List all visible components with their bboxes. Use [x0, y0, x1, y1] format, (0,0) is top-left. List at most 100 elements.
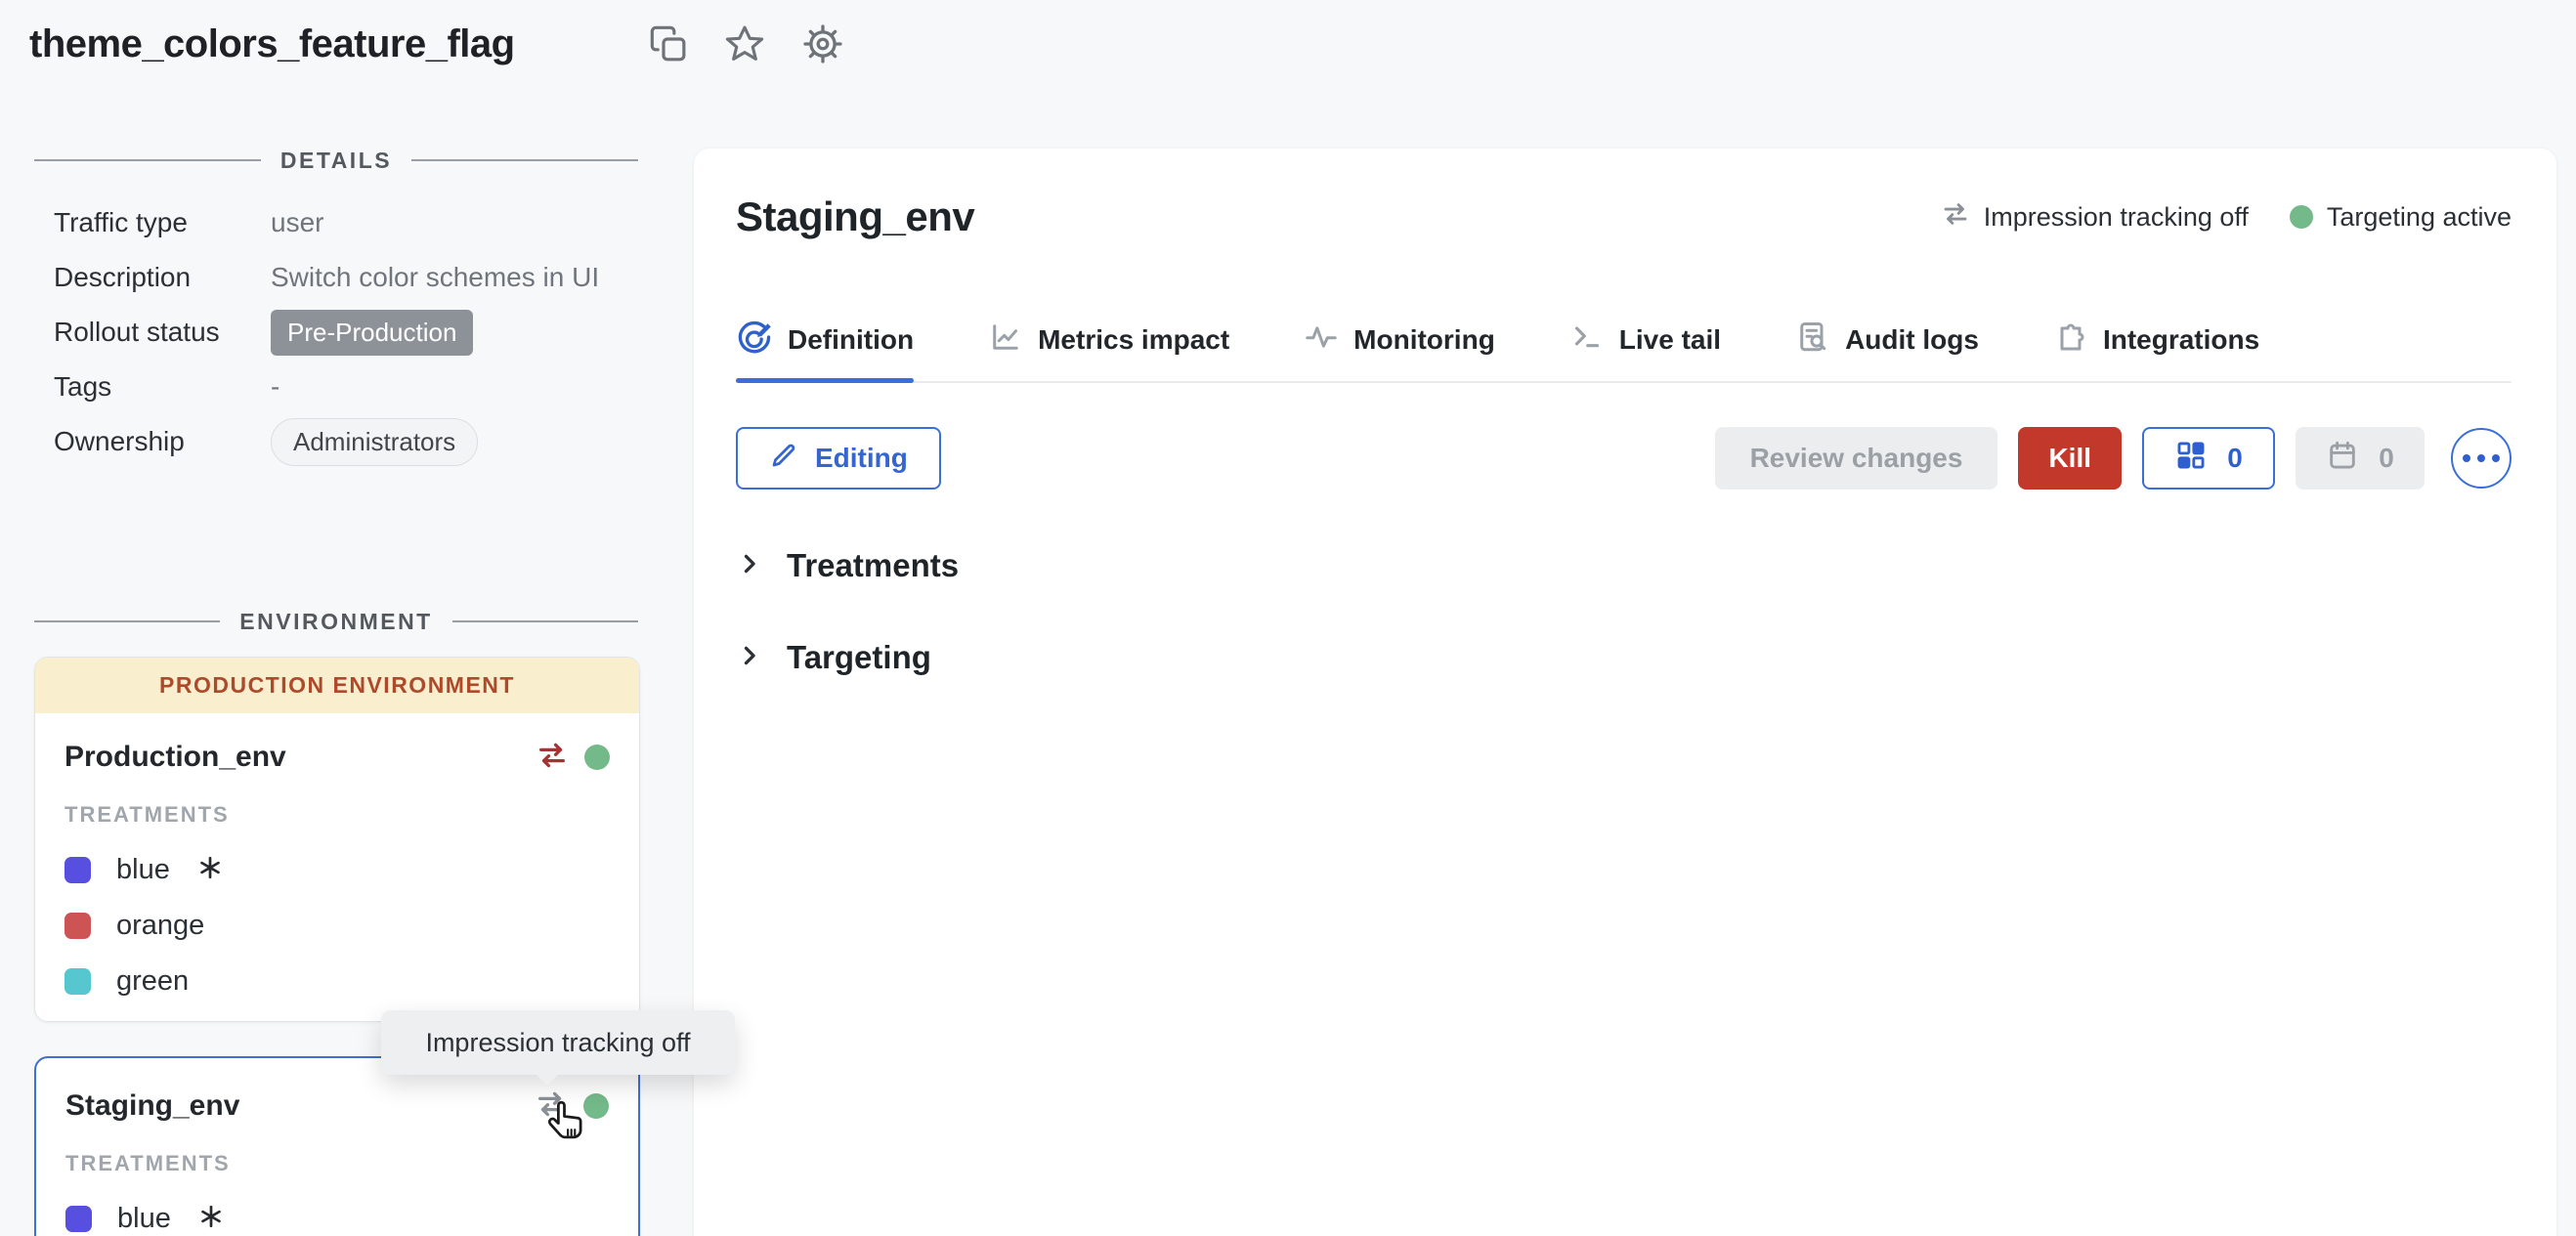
targeting-status: Targeting active	[2290, 202, 2512, 233]
ellipsis-dot	[2477, 454, 2485, 462]
ellipsis-dot	[2463, 454, 2470, 462]
swap-arrows-icon	[1941, 199, 1970, 235]
production-environment-card[interactable]: PRODUCTION ENVIRONMENT Production_env TR…	[34, 657, 640, 1022]
target-pen-icon	[736, 319, 773, 362]
rollout-status-badge: Pre-Production	[271, 310, 473, 356]
ellipsis-dot	[2492, 454, 2500, 462]
detail-value: Switch color schemes in UI	[271, 262, 599, 293]
environment-detail-panel: Staging_env Impression tracking off Targ…	[694, 149, 2556, 1236]
treatment-row: blue	[64, 856, 610, 883]
treatment-row: green	[64, 967, 610, 995]
treatments-section-toggle[interactable]: Treatments	[736, 543, 2512, 588]
detail-label: Ownership	[54, 426, 271, 457]
details-rows: Traffic type user Description Switch col…	[54, 197, 640, 467]
editing-button[interactable]: Editing	[736, 427, 941, 490]
detail-value: user	[271, 207, 323, 238]
tab-integrations[interactable]: Integrations	[2053, 320, 2259, 381]
changes-count-button[interactable]: 0	[2142, 427, 2275, 490]
treatments-heading: TREATMENTS	[64, 802, 610, 828]
star-icon[interactable]	[723, 22, 766, 65]
changes-count: 0	[2227, 443, 2243, 474]
schedule-count-button[interactable]: 0	[2296, 427, 2425, 490]
impression-tracking-label: Impression tracking off	[1984, 202, 2249, 233]
detail-value: -	[271, 371, 279, 403]
divider	[34, 620, 220, 622]
page-title: theme_colors_feature_flag	[29, 21, 515, 66]
treatment-name: green	[116, 965, 189, 998]
detail-label: Traffic type	[54, 207, 271, 238]
impression-tracking-tooltip: Impression tracking off	[381, 1010, 735, 1075]
treatment-row: orange	[64, 912, 610, 939]
tab-label: Audit logs	[1845, 324, 1979, 356]
review-changes-label: Review changes	[1750, 443, 1963, 474]
review-changes-button[interactable]: Review changes	[1715, 427, 1998, 490]
schedule-count: 0	[2379, 443, 2394, 474]
tab-monitoring[interactable]: Monitoring	[1304, 320, 1495, 381]
default-treatment-asterisk-icon	[198, 1204, 224, 1234]
environment-name: Production_env	[64, 741, 536, 774]
ownership-chip[interactable]: Administrators	[271, 418, 478, 466]
more-actions-button[interactable]	[2451, 428, 2512, 489]
editing-button-label: Editing	[815, 443, 908, 474]
pulse-icon	[1304, 320, 1339, 362]
default-treatment-asterisk-icon	[197, 855, 223, 885]
section-label: Targeting	[787, 639, 931, 676]
section-label: Treatments	[787, 547, 959, 584]
divider	[411, 159, 638, 161]
chevron-right-icon	[736, 550, 763, 582]
detail-label: Tags	[54, 371, 271, 403]
tab-label: Monitoring	[1353, 324, 1495, 356]
detail-row-description: Description Switch color schemes in UI	[54, 252, 640, 303]
tab-definition[interactable]: Definition	[736, 320, 914, 381]
treatment-row: blue	[65, 1205, 609, 1232]
tab-label: Definition	[788, 324, 914, 356]
calendar-icon	[2326, 439, 2359, 479]
pencil-icon	[769, 441, 798, 477]
document-search-icon	[1795, 320, 1830, 362]
feature-flag-page: theme_colors_feature_flag DETAILS	[0, 0, 2576, 1236]
targeting-section-toggle[interactable]: Targeting	[736, 635, 2512, 680]
impression-tracking-toggle-icon[interactable]	[535, 1087, 568, 1126]
detail-label: Rollout status	[54, 317, 271, 348]
treatment-name: blue	[116, 854, 170, 886]
chevron-right-icon	[736, 642, 763, 674]
targeting-active-dot	[2290, 205, 2313, 229]
tab-label: Integrations	[2103, 324, 2259, 356]
tab-metrics-impact[interactable]: Metrics impact	[988, 320, 1229, 381]
targeting-active-dot	[583, 1093, 609, 1119]
gear-icon[interactable]	[801, 22, 844, 65]
treatment-name: blue	[117, 1203, 171, 1235]
divider	[452, 620, 638, 622]
environment-name: Staging_env	[65, 1089, 535, 1123]
detail-row-tags: Tags -	[54, 362, 640, 412]
targeting-active-label: Targeting active	[2327, 202, 2512, 233]
details-section-heading: DETAILS	[34, 147, 638, 174]
kill-button[interactable]: Kill	[2018, 427, 2122, 490]
impression-tracking-toggle-icon[interactable]	[536, 739, 569, 777]
header-actions	[649, 22, 844, 65]
tab-label: Live tail	[1619, 324, 1721, 356]
treatment-color-swatch	[65, 1206, 92, 1232]
treatments-heading: TREATMENTS	[65, 1151, 609, 1176]
chart-trend-icon	[988, 320, 1023, 362]
environment-section-heading: ENVIRONMENT	[34, 608, 638, 635]
tab-audit-logs[interactable]: Audit logs	[1795, 320, 1979, 381]
targeting-active-dot	[584, 745, 610, 770]
treatment-color-swatch	[64, 968, 91, 995]
treatment-color-swatch	[64, 857, 91, 883]
treatment-color-swatch	[64, 913, 91, 939]
tab-live-tail[interactable]: Live tail	[1569, 320, 1721, 381]
environment-status-group: Impression tracking off Targeting active	[1941, 199, 2512, 235]
environment-heading-label: ENVIRONMENT	[239, 609, 432, 635]
tab-label: Metrics impact	[1038, 324, 1229, 356]
environment-tabs: Definition Metrics impact Monitoring	[736, 320, 2512, 383]
details-heading-label: DETAILS	[280, 148, 392, 174]
detail-row-traffic-type: Traffic type user	[54, 197, 640, 248]
impression-tracking-status: Impression tracking off	[1941, 199, 2249, 235]
detail-row-rollout-status: Rollout status Pre-Production	[54, 307, 640, 358]
treatment-name: orange	[116, 910, 204, 942]
copy-icon[interactable]	[649, 24, 688, 64]
environment-toolbar: Editing Review changes Kill	[736, 426, 2512, 490]
terminal-icon	[1569, 320, 1605, 362]
kill-button-label: Kill	[2048, 443, 2091, 474]
